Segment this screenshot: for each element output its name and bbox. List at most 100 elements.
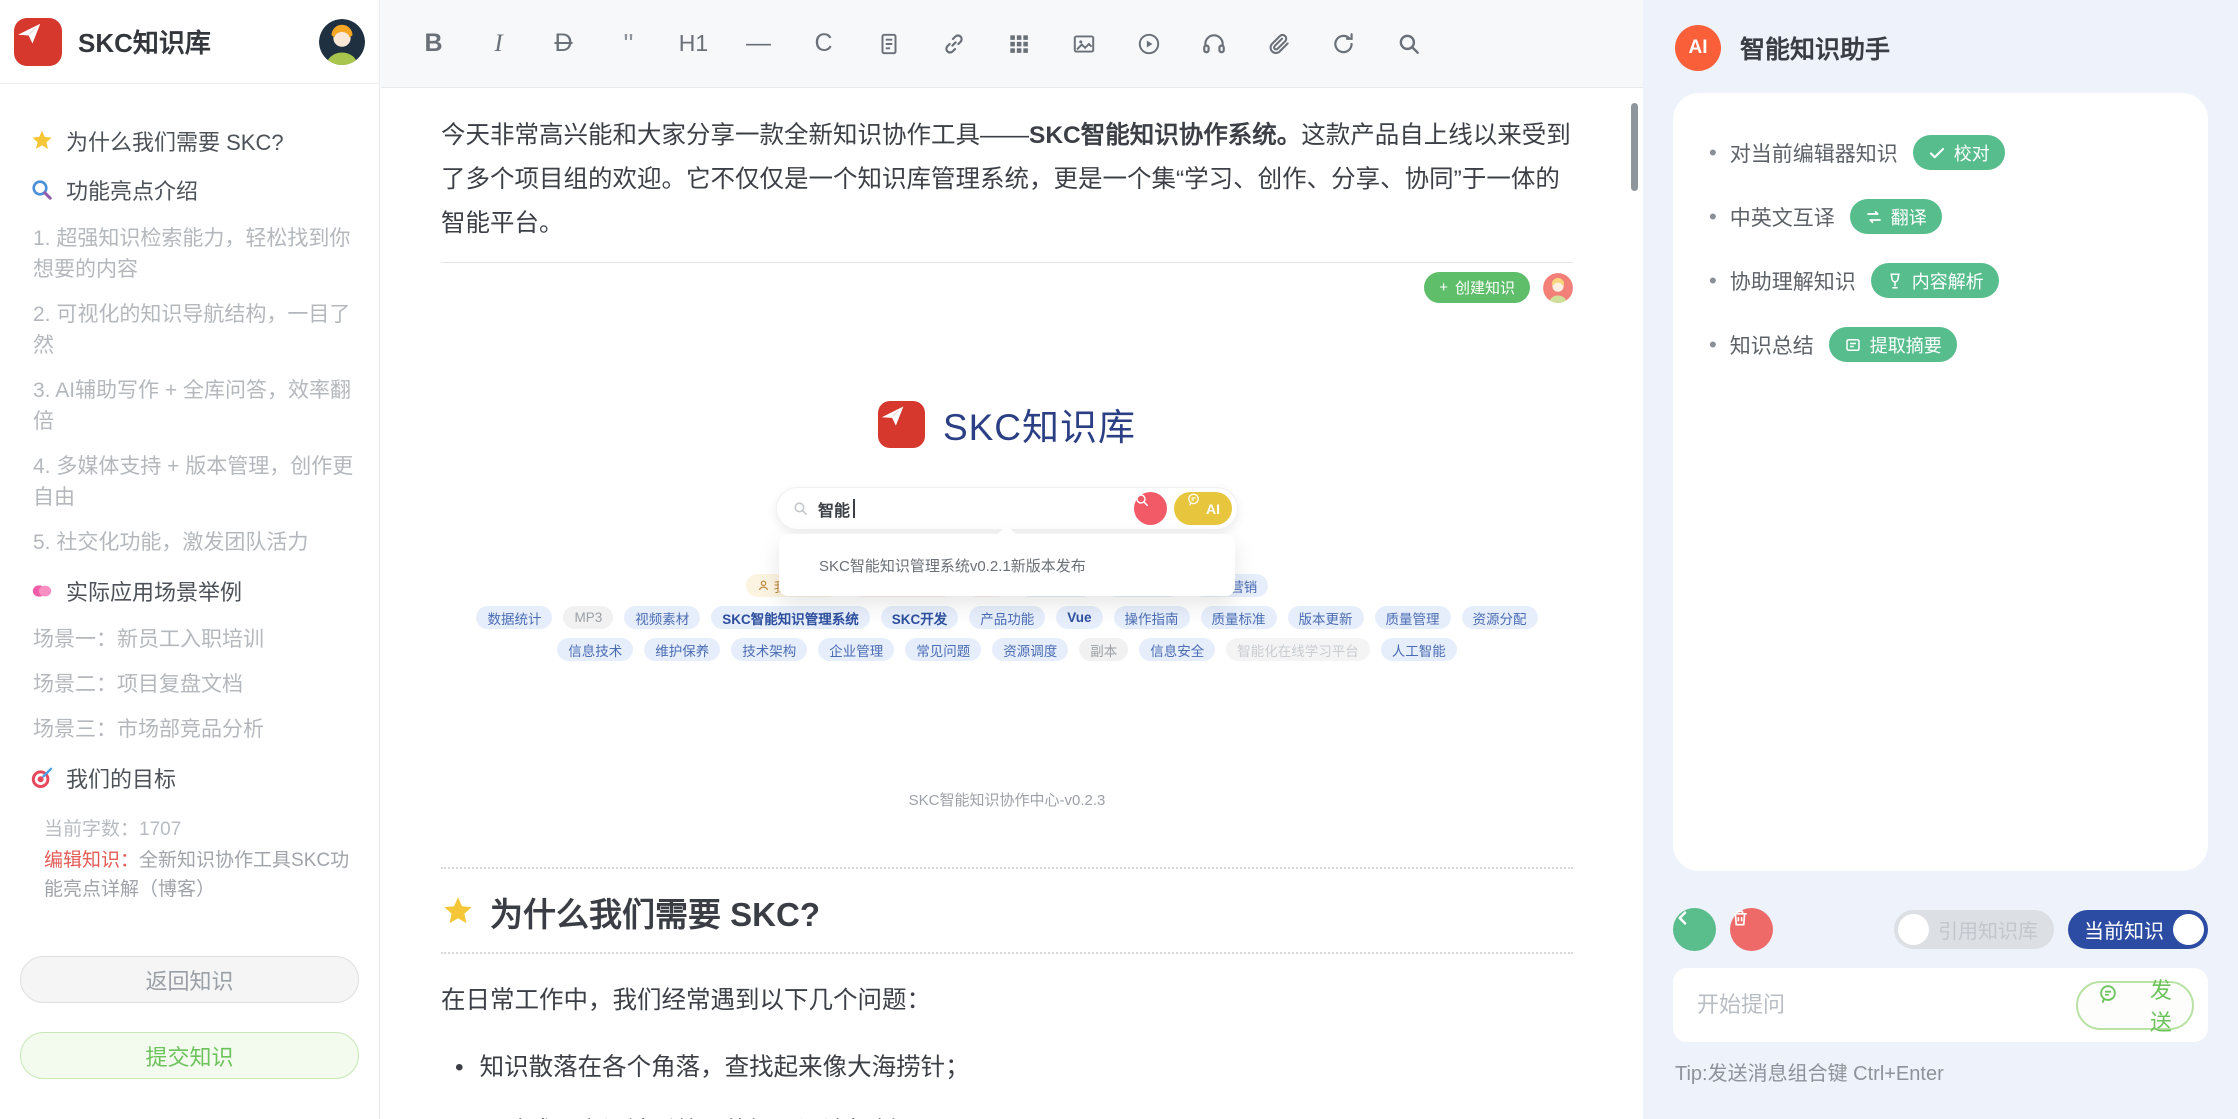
knowledge-tag[interactable]: MP3 — [563, 606, 613, 629]
knowledge-tag[interactable]: 技术架构 — [731, 638, 807, 661]
toc-item[interactable]: 功能亮点介绍 — [30, 174, 359, 206]
send-button[interactable]: 发送 — [2076, 981, 2194, 1030]
plus-icon: + — [1439, 279, 1448, 296]
app-logo-icon — [14, 18, 62, 66]
chat-bubble-icon — [2097, 983, 2139, 1028]
audio-button[interactable] — [1191, 21, 1236, 67]
export-icon — [1331, 31, 1357, 57]
attach-icon — [1266, 31, 1292, 57]
video-button[interactable] — [1126, 21, 1171, 67]
toc-item[interactable]: 1. 超强知识检索能力，轻松找到你想要的内容 — [30, 223, 359, 285]
knowledge-tag[interactable]: 信息安全 — [1139, 638, 1215, 661]
ai-search-button[interactable]: AI — [1174, 492, 1232, 525]
search-button[interactable] — [1134, 492, 1167, 525]
knowledge-tag[interactable]: 视频素材 — [624, 606, 700, 629]
editor-scrollbar[interactable] — [1631, 103, 1638, 191]
document-button[interactable] — [866, 21, 911, 67]
knowledge-tag[interactable]: SKC开发 — [881, 606, 959, 629]
heading-button[interactable]: H1 — [671, 21, 716, 67]
body-paragraph: 在日常工作中，我们经常遇到以下几个问题： — [441, 981, 1573, 1016]
editing-doc-info: 编辑知识：全新知识协作工具SKC功能亮点详解（博客） — [44, 846, 359, 904]
strikethrough-button[interactable]: D — [541, 21, 586, 67]
collapse-panel-button[interactable] — [1673, 908, 1716, 951]
toc-item[interactable]: 我们的目标 — [30, 762, 359, 794]
knowledge-tag[interactable]: 维护保养 — [644, 638, 720, 661]
toggle-knob — [1898, 914, 1929, 945]
document-outline: 为什么我们需要 SKC? 功能亮点介绍 1. 超强知识检索能力，轻松找到你想要的… — [0, 84, 379, 811]
bold-button[interactable]: B — [411, 21, 456, 67]
doc-icon — [876, 31, 902, 57]
knowledge-tag[interactable]: 产品功能 — [969, 606, 1045, 629]
member-avatar — [1543, 273, 1573, 303]
brain-icon — [30, 579, 54, 603]
star-icon — [441, 895, 475, 929]
sidebar: SKC知识库 为什么我们需要 SKC? 功能亮点介绍 1. 超强知识检索能力，轻… — [0, 0, 380, 1119]
knowledge-tag[interactable]: 副本 — [1079, 638, 1128, 661]
knowledge-tag[interactable]: 常见问题 — [905, 638, 981, 661]
attachment-button[interactable] — [1256, 21, 1301, 67]
knowledge-tag[interactable]: Vue — [1056, 606, 1102, 629]
user-avatar[interactable] — [319, 19, 365, 65]
knowledge-tag[interactable]: 信息技术 — [557, 638, 633, 661]
toc-item[interactable]: 场景一：新员工入职培训 — [30, 624, 359, 655]
toc-item[interactable]: 2. 可视化的知识导航结构，一目了然 — [30, 299, 359, 361]
toc-item[interactable]: 场景三：市场部竞品分析 — [30, 714, 359, 745]
editor-meta: 当前字数：1707 编辑知识：全新知识协作工具SKC功能亮点详解（博客） — [0, 811, 379, 904]
target-icon — [30, 766, 54, 790]
shortcut-tip: Tip:发送消息组合键 Ctrl+Enter — [1675, 1057, 2238, 1086]
toc-item[interactable]: 5. 社交化功能，激发团队活力 — [30, 527, 359, 558]
toggle-current-knowledge[interactable]: 当前知识 — [2068, 910, 2208, 949]
quote-button[interactable]: " — [606, 21, 651, 67]
search-suggestions: SKC智能知识管理系统v0.2.1新版本发布 — [779, 534, 1235, 596]
knowledge-tag[interactable]: 资源调度 — [992, 638, 1068, 661]
horizontal-rule — [441, 262, 1573, 263]
toc-item[interactable]: 为什么我们需要 SKC? — [30, 125, 359, 157]
skc-app: SKC知识库 为什么我们需要 SKC? 功能亮点介绍 1. 超强知识检索能力，轻… — [0, 0, 2238, 1119]
table-button[interactable] — [996, 21, 1041, 67]
proofread-button[interactable]: 校对 — [1913, 135, 2005, 170]
knowledge-tag[interactable]: SKC智能知识管理系统 — [711, 606, 870, 629]
knowledge-tag[interactable]: 智能化在线学习平台 — [1226, 638, 1370, 661]
suggestion-item[interactable]: SKC智能知识管理系统v0.2.1新版本发布 — [779, 534, 1235, 576]
knowledge-tag[interactable]: 数据统计 — [476, 606, 552, 629]
toc-item[interactable]: 实际应用场景举例 — [30, 575, 359, 607]
knowledge-tag[interactable]: 质量管理 — [1375, 606, 1451, 629]
chat-input[interactable] — [1697, 992, 2076, 1018]
image-caption: SKC智能知识协作中心-v0.2.3 — [441, 789, 1573, 810]
toc-item[interactable]: 场景二：项目复盘文档 — [30, 669, 359, 700]
submit-knowledge-button[interactable]: 提交知识 — [20, 1032, 359, 1079]
toc-item[interactable]: 3. AI辅助写作 + 全库问答，效率翻倍 — [30, 375, 359, 437]
toggle-reference-kb[interactable]: 引用知识库 — [1894, 910, 2054, 949]
link-button[interactable] — [931, 21, 976, 67]
image-button[interactable] — [1061, 21, 1106, 67]
editor-content[interactable]: 今天非常高兴能和大家分享一款全新知识协作工具——SKC智能知识协作系统。这款产品… — [381, 88, 1643, 1119]
knowledge-tag[interactable]: 操作指南 — [1114, 606, 1190, 629]
summarize-button[interactable]: 提取摘要 — [1829, 327, 1957, 362]
bullet-dot: • — [1709, 268, 1717, 294]
export-button[interactable] — [1321, 21, 1366, 67]
site-title: SKC知识库 — [943, 397, 1136, 451]
bullet-item: 知识散落在各个角落，查找起来像大海捞针； — [455, 1048, 1573, 1083]
translate-button[interactable]: 翻译 — [1850, 199, 1942, 234]
knowledge-tag[interactable]: 版本更新 — [1288, 606, 1364, 629]
search-button[interactable] — [1386, 21, 1431, 67]
italic-button[interactable]: I — [476, 21, 521, 67]
swap-icon — [1865, 208, 1883, 226]
assistant-header: AI 智能知识助手 — [1643, 0, 2238, 71]
code-button[interactable]: C — [801, 21, 846, 67]
knowledge-tag[interactable]: 人工智能 — [1381, 638, 1457, 661]
toggle-knob — [2173, 914, 2204, 945]
horizontal-rule-button[interactable]: — — [736, 21, 781, 67]
search-input[interactable]: 智能 AI — [776, 487, 1238, 530]
create-knowledge-button[interactable]: + 创建知识 — [1424, 272, 1530, 303]
knowledge-tag[interactable]: 资源分配 — [1462, 606, 1538, 629]
parse-button[interactable]: 内容解析 — [1871, 263, 1999, 298]
bullet-dot: • — [1709, 332, 1717, 358]
capability-item: • 对当前编辑器知识 校对 — [1709, 135, 2188, 170]
search-icon — [1396, 31, 1422, 57]
toc-item[interactable]: 4. 多媒体支持 + 版本管理，创作更自由 — [30, 451, 359, 513]
knowledge-tag[interactable]: 企业管理 — [818, 638, 894, 661]
back-to-knowledge-button[interactable]: 返回知识 — [20, 956, 359, 1003]
clear-chat-button[interactable] — [1730, 908, 1773, 951]
knowledge-tag[interactable]: 质量标准 — [1201, 606, 1277, 629]
